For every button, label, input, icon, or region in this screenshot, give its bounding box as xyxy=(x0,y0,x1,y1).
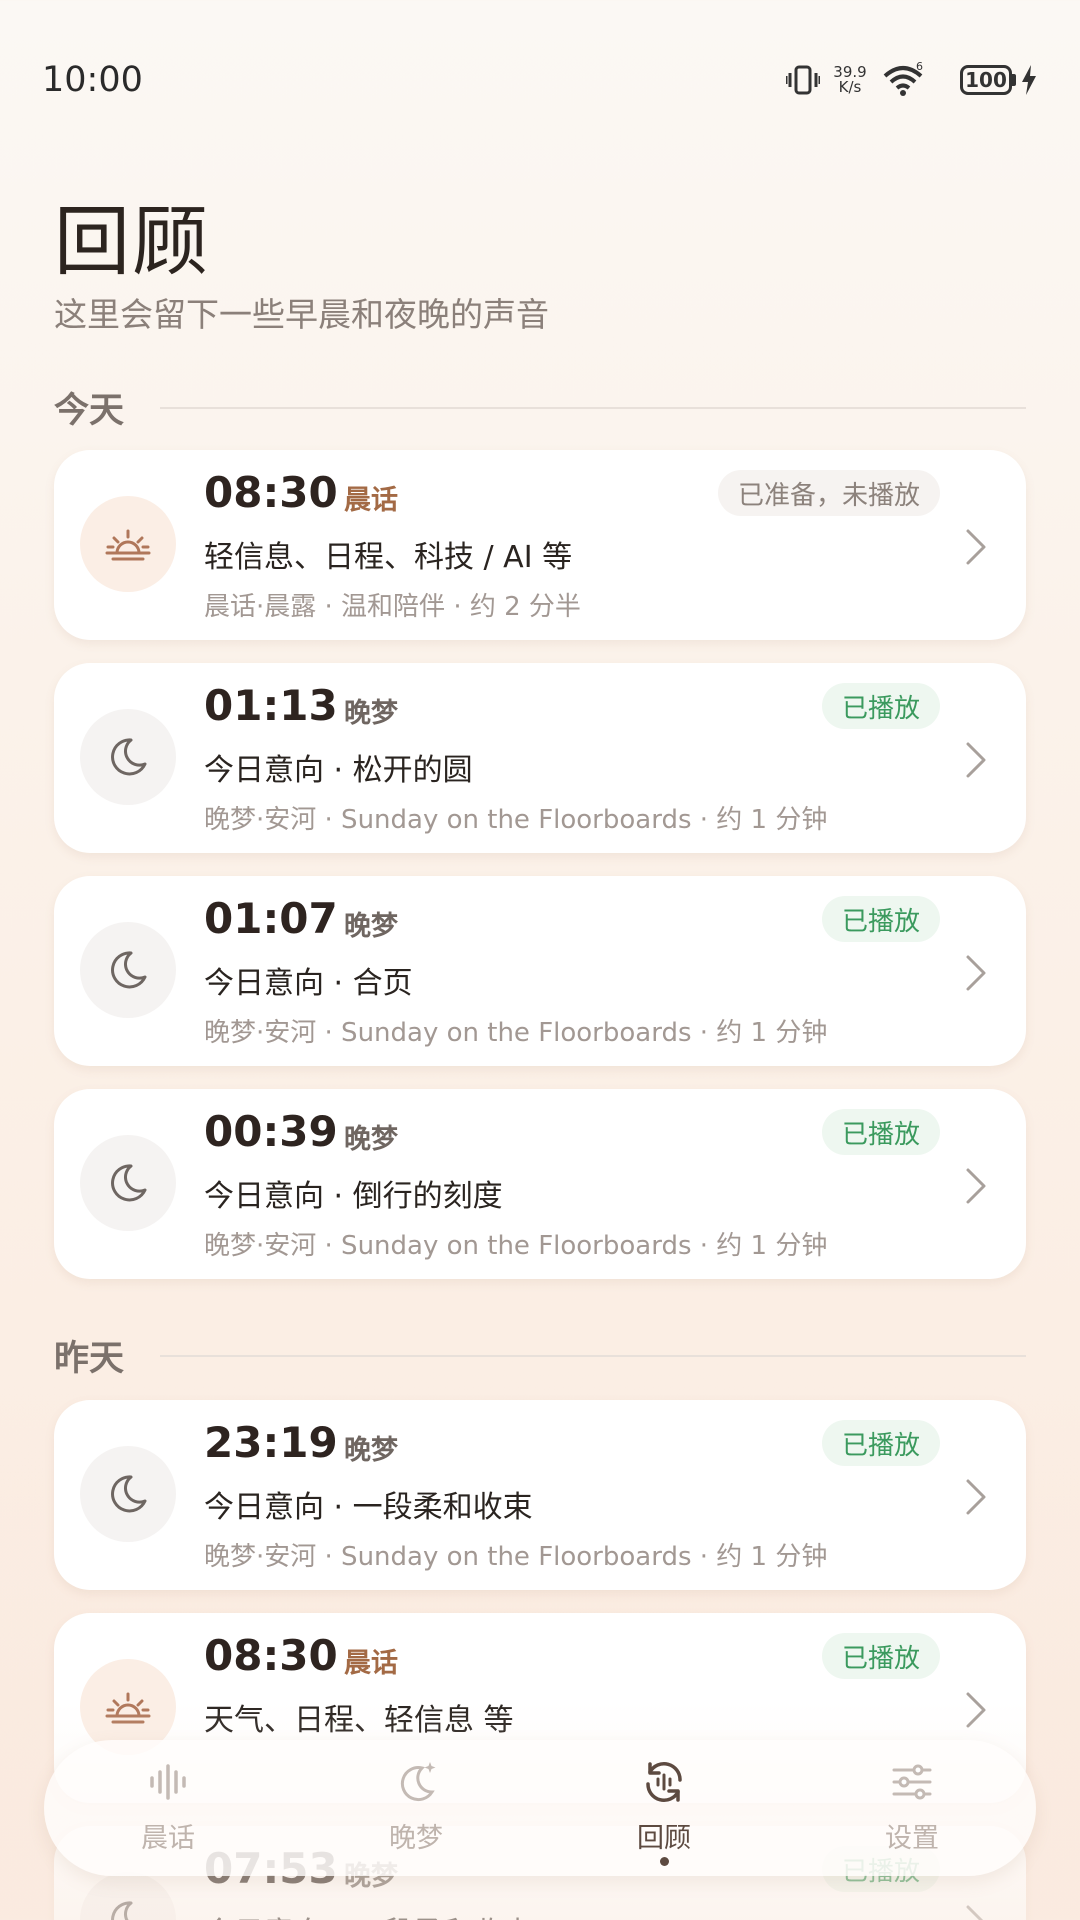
recording-card[interactable]: 08:30 晨话 已准备，未播放轻信息、日程、科技 / AI 等晨话·晨露 · 温和… xyxy=(54,450,1026,640)
section-label: 今天 xyxy=(54,391,125,431)
status-bar: 10:00 39.9 K/s 6 100 xyxy=(0,0,1080,170)
card-title: 今日意向 · 松开的圆 xyxy=(204,753,473,788)
card-title: 今日意向 · 倒行的刻度 xyxy=(204,1179,503,1214)
card-meta: 晚梦·安河 · Sunday on the Floorboards · 约 1 … xyxy=(204,1542,828,1572)
card-meta: 晚梦·安河 · Sunday on the Floorboards · 约 1 … xyxy=(204,1018,828,1048)
chevron-right-icon xyxy=(966,955,986,991)
card-tag: 晨话 xyxy=(344,1648,398,1679)
moon-star-icon xyxy=(400,1762,436,1802)
status-time: 10:00 xyxy=(42,60,143,100)
card-meta: 晨话·晨露 · 温和陪伴 · 约 2 分半 xyxy=(204,592,581,622)
waveform-icon xyxy=(150,1764,186,1800)
wifi-badge: 6 xyxy=(916,62,923,73)
card-tag: 晚梦 xyxy=(344,1124,398,1155)
status-badge: 已播放 xyxy=(821,1109,940,1155)
section-divider xyxy=(160,406,1026,409)
card-tag: 晨话 xyxy=(344,485,398,516)
vibrate-icon xyxy=(786,65,820,95)
nav-tab-review[interactable]: 回顾 xyxy=(540,1740,788,1876)
net-speed-unit: K/s xyxy=(838,78,862,96)
nav-label: 设置 xyxy=(885,1823,939,1854)
card-tag: 晚梦 xyxy=(344,698,398,729)
card-time: 08:30 xyxy=(204,1631,338,1680)
card-title: 今日意向 · 合页 xyxy=(204,966,413,1001)
recording-card[interactable]: 01:13 晚梦 已播放今日意向 · 松开的圆晚梦·安河 · Sunday on t… xyxy=(54,663,1026,853)
nav-label: 晨话 xyxy=(141,1823,195,1854)
recording-card[interactable]: 23:19 晚梦 已播放今日意向 · 一段柔和收束晚梦·安河 · Sunday on… xyxy=(54,1400,1026,1590)
moon-icon xyxy=(80,922,176,1018)
card-time: 01:13 xyxy=(204,681,338,730)
nav-label: 回顾 xyxy=(637,1823,691,1854)
status-badge: 已播放 xyxy=(821,1420,940,1466)
moon-icon xyxy=(80,1135,176,1231)
status-badge: 已播放 xyxy=(821,1633,940,1679)
section-header-yesterday: 昨天 xyxy=(54,1330,1026,1381)
card-time: 01:07 xyxy=(204,894,338,943)
status-badge: 已准备，未播放 xyxy=(717,470,940,516)
nav-tab-morning[interactable]: 晨话 xyxy=(44,1740,292,1876)
battery-level: 100 xyxy=(960,65,1012,95)
battery-icon: 100 xyxy=(960,65,1038,95)
nav-tab-settings[interactable]: 设置 xyxy=(788,1740,1036,1876)
card-time: 08:30 xyxy=(204,468,338,517)
status-badge: 已播放 xyxy=(821,683,940,729)
moon-icon xyxy=(80,1446,176,1542)
moon-icon xyxy=(80,709,176,805)
card-time: 00:39 xyxy=(204,1107,338,1156)
chevron-right-icon xyxy=(966,529,986,565)
active-indicator-dot xyxy=(659,1857,669,1866)
replay-icon xyxy=(646,1762,682,1802)
card-title: 今日意向 · 一段柔和收束 xyxy=(204,1490,533,1525)
sliders-icon xyxy=(892,1764,932,1800)
chevron-right-icon xyxy=(966,742,986,778)
section-label: 昨天 xyxy=(54,1339,125,1379)
bottom-nav: 晨话 晚梦 回顾 设置 xyxy=(44,1740,1036,1876)
section-divider xyxy=(160,1354,1026,1357)
status-icons: 39.9 K/s 6 100 xyxy=(786,62,1038,98)
recording-card[interactable]: 01:07 晚梦 已播放今日意向 · 合页晚梦·安河 · Sunday on the… xyxy=(54,876,1026,1066)
card-meta: 晚梦·安河 · Sunday on the Floorboards · 约 1 … xyxy=(204,805,828,835)
nav-label: 晚梦 xyxy=(389,1823,443,1854)
page-subtitle: 这里会留下一些早晨和夜晚的声音 xyxy=(54,295,549,334)
card-title: 轻信息、日程、科技 / AI 等 xyxy=(204,540,573,575)
sunrise-icon xyxy=(80,496,176,592)
recording-card[interactable]: 00:39 晚梦 已播放今日意向 · 倒行的刻度晚梦·安河 · Sunday on … xyxy=(54,1089,1026,1279)
net-speed: 39.9 K/s xyxy=(830,65,870,95)
chevron-right-icon xyxy=(966,1168,986,1204)
page-title: 回顾 xyxy=(54,197,210,286)
charging-bolt-icon xyxy=(1022,65,1036,95)
card-time: 23:19 xyxy=(204,1418,338,1467)
section-header-today: 今天 xyxy=(54,382,1026,433)
wifi-icon: 6 xyxy=(883,62,923,96)
card-tag: 晚梦 xyxy=(344,1435,398,1466)
card-tag: 晚梦 xyxy=(344,911,398,942)
chevron-right-icon xyxy=(966,1479,986,1515)
status-badge: 已播放 xyxy=(821,896,940,942)
nav-tab-night[interactable]: 晚梦 xyxy=(292,1740,540,1876)
card-meta: 晚梦·安河 · Sunday on the Floorboards · 约 1 … xyxy=(204,1231,828,1261)
